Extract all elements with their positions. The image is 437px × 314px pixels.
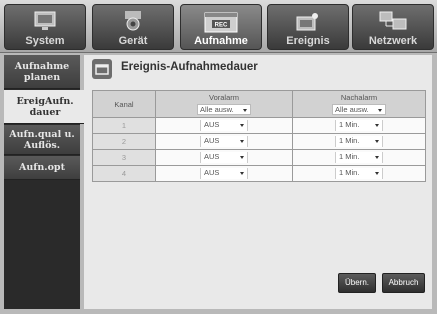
select-all-value: Alle ausw. bbox=[200, 105, 234, 114]
sidebar-item-label: Aufn.opt bbox=[19, 162, 65, 173]
voralarm-label: Voralarm bbox=[208, 93, 239, 102]
chevron-down-icon bbox=[375, 156, 379, 159]
event-icon bbox=[296, 13, 318, 31]
rec-badge: REC bbox=[215, 23, 228, 29]
voralarm-dropdown[interactable]: AUS bbox=[200, 168, 248, 179]
nachalarm-cell: 1 Min. bbox=[292, 117, 426, 134]
voralarm-cell: AUS bbox=[155, 149, 293, 166]
nachalarm-select-all[interactable]: Alle ausw. bbox=[332, 104, 386, 115]
chevron-down-icon bbox=[375, 172, 379, 175]
dropdown-value: 1 Min. bbox=[339, 168, 360, 177]
channel-number: 3 bbox=[92, 149, 156, 166]
dropdown-value: 1 Min. bbox=[339, 152, 360, 161]
chevron-down-icon bbox=[240, 140, 244, 143]
voralarm-cell: AUS bbox=[155, 117, 293, 134]
dropdown-value: 1 Min. bbox=[339, 136, 360, 145]
nachalarm-dropdown[interactable]: 1 Min. bbox=[335, 136, 383, 147]
tab-system[interactable]: System bbox=[4, 4, 86, 50]
chevron-down-icon bbox=[240, 172, 244, 175]
chevron-down-icon bbox=[243, 109, 247, 112]
sidebar-item-quality[interactable]: Aufn.qual u. Auflös. bbox=[4, 125, 80, 155]
cancel-button[interactable]: Abbruch bbox=[382, 273, 425, 293]
nachalarm-dropdown[interactable]: 1 Min. bbox=[335, 152, 383, 163]
table-row: 4 AUS 1 Min. bbox=[92, 165, 426, 182]
channel-number: 1 bbox=[92, 117, 156, 134]
sidebar-item-label: EreigAufn. dauer bbox=[16, 95, 74, 118]
sidebar-item-options[interactable]: Aufn.opt bbox=[4, 156, 80, 180]
voralarm-dropdown[interactable]: AUS bbox=[200, 120, 248, 131]
table-header-row: Kanal Voralarm Alle ausw. Nachalarm Alle… bbox=[92, 90, 426, 118]
tab-device[interactable]: Gerät bbox=[92, 4, 174, 50]
channel-number: 4 bbox=[92, 165, 156, 182]
column-header-nachalarm: Nachalarm Alle ausw. bbox=[292, 90, 426, 118]
sidebar-item-schedule[interactable]: Aufnahme planen bbox=[4, 55, 80, 89]
channel-number: 2 bbox=[92, 133, 156, 150]
apply-button[interactable]: Übern. bbox=[338, 273, 376, 293]
dropdown-value: AUS bbox=[204, 152, 220, 161]
nachalarm-cell: 1 Min. bbox=[292, 165, 426, 182]
chevron-down-icon bbox=[375, 124, 379, 127]
dropdown-value: AUS bbox=[204, 168, 220, 177]
voralarm-dropdown[interactable]: AUS bbox=[200, 152, 248, 163]
tab-label: Gerät bbox=[118, 35, 148, 47]
column-header-voralarm: Voralarm Alle ausw. bbox=[155, 90, 293, 118]
tab-label: Ereignis bbox=[286, 35, 330, 47]
top-menu-bar: System Gerät REC Aufnahme Ereignis Netzw… bbox=[0, 0, 437, 53]
tab-network[interactable]: Netzwerk bbox=[352, 4, 434, 50]
sidebar-item-label: Aufn.qual u. Auflös. bbox=[9, 128, 75, 151]
main-panel: Ereignis-Aufnahmedauer Kanal Voralarm Al… bbox=[84, 55, 432, 309]
nachalarm-label: Nachalarm bbox=[340, 93, 378, 102]
page-title: Ereignis-Aufnahmedauer bbox=[121, 61, 258, 73]
dropdown-value: AUS bbox=[204, 120, 220, 129]
duration-table: Kanal Voralarm Alle ausw. Nachalarm Alle… bbox=[92, 90, 426, 182]
tab-label: Aufnahme bbox=[194, 35, 248, 47]
camera-icon bbox=[125, 11, 141, 31]
column-header-kanal: Kanal bbox=[92, 90, 156, 118]
nachalarm-dropdown[interactable]: 1 Min. bbox=[335, 168, 383, 179]
voralarm-cell: AUS bbox=[155, 165, 293, 182]
nachalarm-cell: 1 Min. bbox=[292, 149, 426, 166]
voralarm-cell: AUS bbox=[155, 133, 293, 150]
sidebar-item-label: Aufnahme planen bbox=[14, 60, 70, 83]
sidebar: Aufnahme planen EreigAufn. dauer Aufn.qu… bbox=[4, 55, 86, 309]
page-title-icon bbox=[92, 59, 112, 79]
network-icon bbox=[379, 11, 407, 30]
table-row: 1 AUS 1 Min. bbox=[92, 117, 426, 134]
voralarm-select-all[interactable]: Alle ausw. bbox=[197, 104, 251, 115]
voralarm-dropdown[interactable]: AUS bbox=[200, 136, 248, 147]
tab-label: System bbox=[25, 35, 65, 47]
dropdown-value: AUS bbox=[204, 136, 220, 145]
nachalarm-cell: 1 Min. bbox=[292, 133, 426, 150]
monitor-icon bbox=[34, 11, 56, 30]
dropdown-value: 1 Min. bbox=[339, 120, 360, 129]
tab-event[interactable]: Ereignis bbox=[267, 4, 349, 50]
chevron-down-icon bbox=[240, 124, 244, 127]
sidebar-item-event-duration[interactable]: EreigAufn. dauer bbox=[4, 90, 86, 124]
chevron-down-icon bbox=[240, 156, 244, 159]
select-all-value: Alle ausw. bbox=[335, 105, 369, 114]
table-row: 3 AUS 1 Min. bbox=[92, 149, 426, 166]
rec-icon: REC bbox=[204, 12, 238, 33]
chevron-down-icon bbox=[378, 109, 382, 112]
table-row: 2 AUS 1 Min. bbox=[92, 133, 426, 150]
chevron-down-icon bbox=[375, 140, 379, 143]
tab-label: Netzwerk bbox=[368, 35, 418, 47]
nachalarm-dropdown[interactable]: 1 Min. bbox=[335, 120, 383, 131]
tab-recording[interactable]: REC Aufnahme bbox=[180, 4, 262, 50]
